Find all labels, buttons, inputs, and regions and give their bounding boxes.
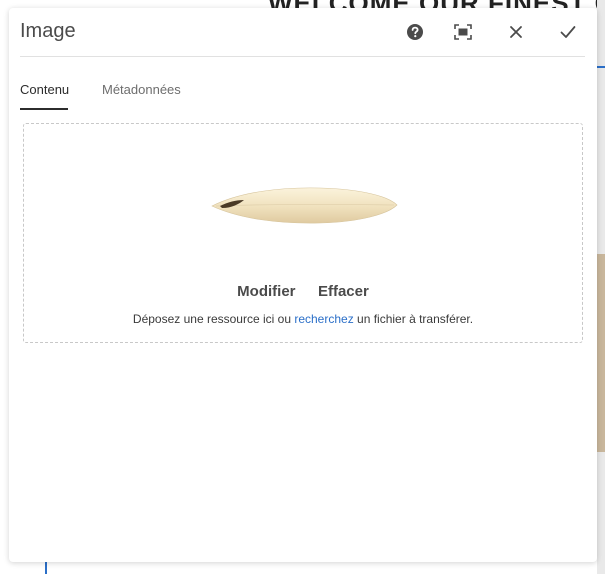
close-icon — [510, 26, 522, 38]
selected-tab-indicator — [20, 108, 68, 110]
drop-hint-text-before: Déposez une ressource ici ou — [132, 312, 295, 326]
help-icon — [407, 24, 423, 40]
dialog-title: Image — [20, 20, 76, 42]
drop-hint-text-after: un fichier à transférer. — [353, 312, 474, 326]
surfboard-thumbnail — [211, 187, 398, 224]
browse-link[interactable]: recherchez — [294, 312, 353, 326]
modify-button[interactable]: Modifier — [237, 283, 295, 300]
background-photo — [597, 254, 605, 452]
tab-metadonnees[interactable]: Métadonnées — [102, 82, 181, 97]
done-button[interactable] — [557, 21, 579, 43]
clear-button[interactable]: Effacer — [318, 283, 369, 300]
image-dialog: Image Contenu Métadonnées Modifier Effac… — [9, 8, 597, 562]
help-button[interactable] — [404, 21, 426, 43]
tab-contenu[interactable]: Contenu — [20, 82, 69, 97]
checkmark-icon — [560, 26, 576, 38]
close-button[interactable] — [505, 21, 527, 43]
dropzone-actions: Modifier Effacer — [24, 283, 582, 301]
drop-hint: Déposez une ressource ici ou recherchez … — [24, 312, 582, 326]
fullscreen-button[interactable] — [452, 21, 474, 43]
background-blue-line — [597, 66, 605, 68]
asset-dropzone[interactable]: Modifier Effacer Déposez une ressource i… — [23, 123, 583, 343]
fullscreen-icon — [454, 24, 472, 40]
dialog-header: Image — [20, 8, 585, 57]
